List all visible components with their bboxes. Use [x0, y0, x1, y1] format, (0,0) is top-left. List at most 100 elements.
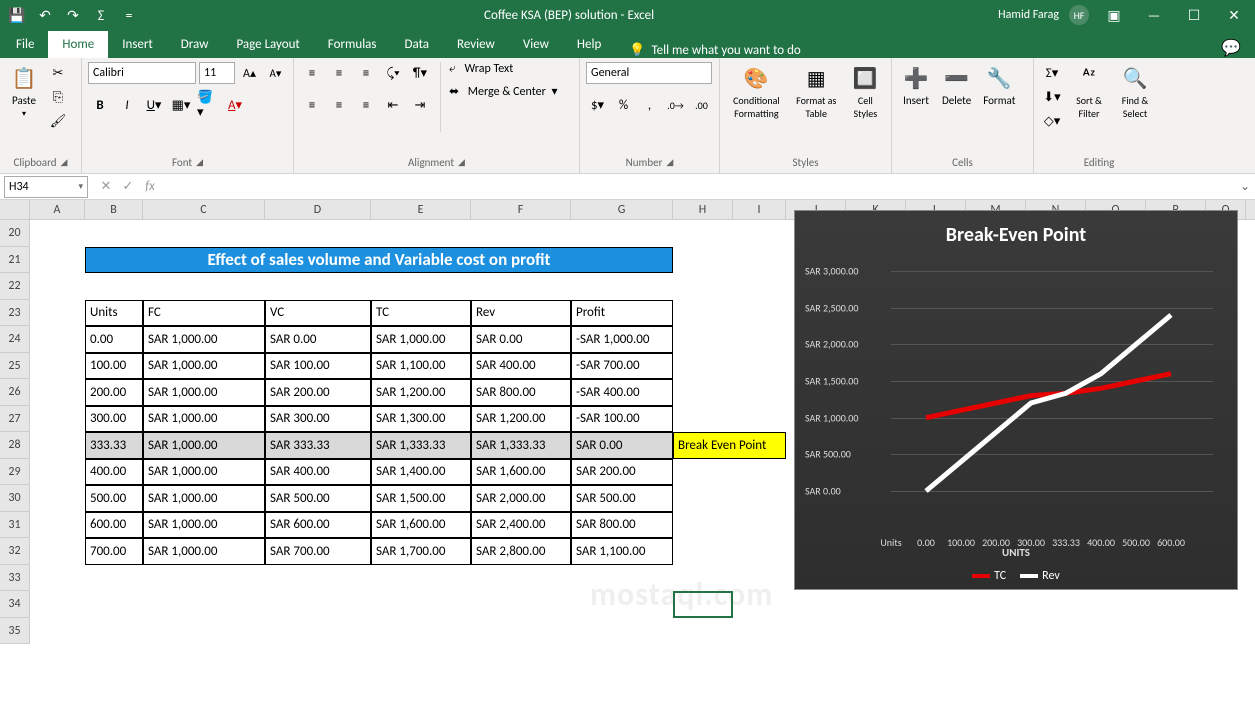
cut-icon[interactable]: ✂ [46, 62, 70, 84]
close-icon[interactable]: ✕ [1219, 3, 1249, 27]
table-header[interactable]: VC [265, 300, 371, 327]
expand-formula-bar-icon[interactable]: ⌄ [1235, 179, 1255, 194]
column-header[interactable]: E [371, 200, 471, 219]
sheet-title[interactable]: Effect of sales volume and Variable cost… [85, 247, 673, 274]
table-cell[interactable]: SAR 200.00 [265, 379, 371, 406]
table-cell[interactable]: SAR 1,000.00 [143, 379, 265, 406]
table-cell[interactable]: SAR 1,200.00 [371, 379, 471, 406]
table-cell[interactable]: SAR 300.00 [265, 406, 371, 433]
row-header[interactable]: 32 [0, 538, 30, 565]
row-header[interactable]: 34 [0, 591, 30, 618]
selected-cell[interactable] [673, 591, 733, 618]
table-cell[interactable]: SAR 200.00 [571, 459, 673, 486]
row-header[interactable]: 31 [0, 512, 30, 539]
table-cell[interactable]: SAR 500.00 [571, 485, 673, 512]
table-cell[interactable]: SAR 600.00 [265, 512, 371, 539]
dialog-launcher-icon[interactable]: ◢ [61, 157, 68, 168]
table-cell[interactable]: SAR 1,500.00 [371, 485, 471, 512]
table-cell[interactable]: SAR 500.00 [265, 485, 371, 512]
copy-icon[interactable]: ⎘ [46, 86, 70, 108]
dialog-launcher-icon[interactable]: ◢ [458, 157, 465, 168]
table-cell[interactable]: -SAR 100.00 [571, 406, 673, 433]
tab-file[interactable]: File [2, 31, 48, 58]
table-cell[interactable]: 0.00 [85, 326, 143, 353]
fill-icon[interactable]: ⬇▾ [1040, 86, 1064, 108]
row-header[interactable]: 35 [0, 618, 30, 645]
align-middle-icon[interactable]: ≡ [327, 62, 351, 84]
name-box[interactable]: H34▾ [4, 176, 88, 198]
worksheet-grid[interactable]: ABCDEFGHIJKLMNOPQ 2021222324252627282930… [0, 200, 1255, 720]
align-left-icon[interactable]: ≡ [300, 94, 324, 116]
find-select-button[interactable]: 🔍Find & Select [1114, 62, 1156, 122]
format-cells-button[interactable]: 🔧Format [979, 62, 1019, 109]
table-cell[interactable]: SAR 0.00 [471, 326, 571, 353]
increase-decimal-icon[interactable]: .0→ [664, 94, 687, 116]
dialog-launcher-icon[interactable]: ◢ [666, 157, 673, 168]
autosum-icon[interactable]: Σ [90, 4, 112, 26]
font-size-select[interactable] [199, 62, 235, 84]
decrease-font-icon[interactable]: A▾ [264, 62, 287, 84]
tab-review[interactable]: Review [443, 31, 509, 58]
format-painter-icon[interactable]: 🖌 [46, 110, 70, 132]
format-as-table-button[interactable]: ▦Format as Table [791, 62, 842, 122]
align-bottom-icon[interactable]: ≡ [354, 62, 378, 84]
avatar[interactable]: HF [1069, 5, 1089, 25]
table-cell[interactable]: SAR 1,000.00 [143, 459, 265, 486]
text-direction-icon[interactable]: ¶▾ [408, 62, 432, 84]
delete-cells-button[interactable]: ➖Delete [938, 62, 975, 109]
tab-home[interactable]: Home [48, 31, 108, 58]
fx-icon[interactable]: fx [140, 179, 160, 194]
increase-indent-icon[interactable]: ⇥ [408, 94, 432, 116]
table-cell[interactable]: SAR 700.00 [265, 538, 371, 565]
table-cell[interactable]: SAR 2,000.00 [471, 485, 571, 512]
table-cell[interactable]: 200.00 [85, 379, 143, 406]
autosum-icon[interactable]: Σ▾ [1040, 62, 1064, 84]
increase-font-icon[interactable]: A▴ [238, 62, 261, 84]
column-header[interactable]: C [143, 200, 265, 219]
table-header[interactable]: FC [143, 300, 265, 327]
table-cell[interactable]: 700.00 [85, 538, 143, 565]
break-even-chart[interactable]: Break-Even Point SAR 0.00SAR 500.00SAR 1… [794, 210, 1238, 590]
maximize-icon[interactable]: ☐ [1179, 3, 1209, 27]
break-even-label[interactable]: Break Even Point [673, 432, 786, 459]
fill-color-icon[interactable]: 🪣▾ [196, 94, 220, 116]
tab-formulas[interactable]: Formulas [314, 31, 391, 58]
cancel-formula-icon[interactable]: ✕ [96, 179, 116, 194]
qat-more-icon[interactable]: = [118, 4, 140, 26]
table-cell[interactable]: -SAR 700.00 [571, 353, 673, 380]
column-header[interactable]: H [673, 200, 733, 219]
tell-me-search[interactable]: 💡 Tell me what you want to do [615, 43, 801, 58]
save-icon[interactable]: 💾 [6, 4, 28, 26]
enter-formula-icon[interactable]: ✓ [118, 179, 138, 194]
column-header[interactable]: I [733, 200, 786, 219]
table-cell[interactable]: SAR 0.00 [265, 326, 371, 353]
table-cell[interactable]: SAR 1,333.33 [471, 432, 571, 459]
table-cell[interactable]: SAR 2,800.00 [471, 538, 571, 565]
insert-cells-button[interactable]: ➕Insert [898, 62, 934, 109]
tab-draw[interactable]: Draw [167, 31, 223, 58]
table-cell[interactable]: SAR 400.00 [471, 353, 571, 380]
row-header[interactable]: 30 [0, 485, 30, 512]
tab-page-layout[interactable]: Page Layout [222, 31, 313, 58]
percent-format-icon[interactable]: % [612, 94, 635, 116]
font-name-select[interactable] [88, 62, 196, 84]
table-cell[interactable]: SAR 1,300.00 [371, 406, 471, 433]
column-header[interactable]: B [85, 200, 143, 219]
table-cell[interactable]: 400.00 [85, 459, 143, 486]
column-header[interactable]: F [471, 200, 571, 219]
tab-data[interactable]: Data [391, 31, 444, 58]
comma-format-icon[interactable]: , [638, 94, 661, 116]
table-header[interactable]: Rev [471, 300, 571, 327]
row-header[interactable]: 20 [0, 220, 30, 247]
table-cell[interactable]: SAR 100.00 [265, 353, 371, 380]
table-cell[interactable]: SAR 333.33 [265, 432, 371, 459]
column-header[interactable]: D [265, 200, 371, 219]
table-cell[interactable]: SAR 1,700.00 [371, 538, 471, 565]
table-cell[interactable]: SAR 2,400.00 [471, 512, 571, 539]
table-cell[interactable]: SAR 1,000.00 [143, 353, 265, 380]
table-cell[interactable]: 500.00 [85, 485, 143, 512]
table-cell[interactable]: SAR 1,000.00 [143, 512, 265, 539]
decrease-decimal-icon[interactable]: .00 [690, 94, 713, 116]
sort-filter-button[interactable]: ᴬᶻSort & Filter [1068, 62, 1110, 122]
table-cell[interactable]: 600.00 [85, 512, 143, 539]
